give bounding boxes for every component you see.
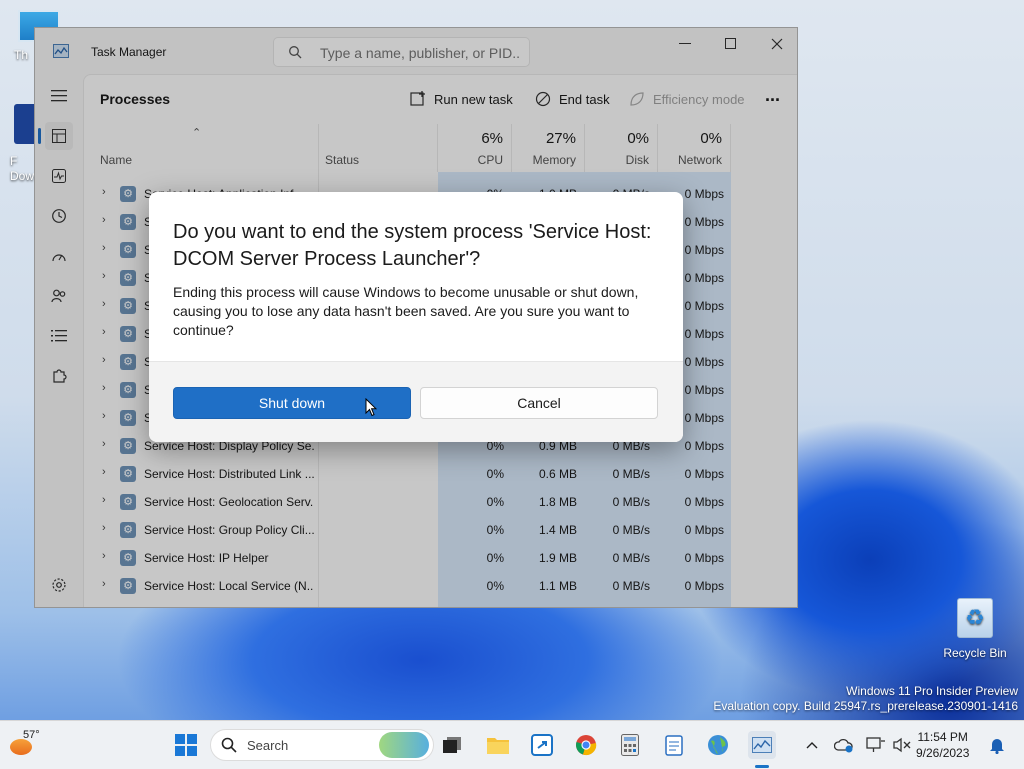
taskbar-search-label: Search xyxy=(247,738,289,753)
folder-icon xyxy=(487,738,509,754)
network-icon xyxy=(866,737,885,752)
clock-time: 11:54 PM xyxy=(917,730,968,744)
windows-logo-icon xyxy=(175,734,197,756)
remote-desktop-icon xyxy=(531,734,553,756)
clock-date: 9/26/2023 xyxy=(916,746,970,760)
task-manager-icon xyxy=(752,737,772,753)
notepad-icon xyxy=(665,735,683,756)
dialog-title: Do you want to end the system process 'S… xyxy=(173,221,652,270)
calculator-icon xyxy=(621,734,639,756)
task-view-icon xyxy=(443,737,461,753)
search-icon xyxy=(221,737,237,753)
cancel-button[interactable]: Cancel xyxy=(420,387,658,419)
end-process-dialog: Do you want to end the system process 'S… xyxy=(149,192,683,442)
volume-button[interactable] xyxy=(888,731,916,759)
task-manager-taskbar-button[interactable] xyxy=(748,731,776,759)
taskbar: 57° Search 11:54 PM 9/26/2023 xyxy=(0,720,1024,769)
mouse-cursor-icon xyxy=(365,397,378,420)
dialog-footer: Shut down Cancel xyxy=(149,361,683,442)
start-button[interactable] xyxy=(172,731,200,759)
globe-app-button[interactable] xyxy=(704,731,732,759)
desktop-icon-label: Recycle Bin xyxy=(943,646,1007,660)
notepad-button[interactable] xyxy=(660,731,688,759)
recycle-bin-icon: ♻ xyxy=(957,598,993,638)
bell-icon xyxy=(990,739,1004,754)
desktop-watermark: Windows 11 Pro Insider Preview Evaluatio… xyxy=(713,684,1018,714)
search-highlight-icon xyxy=(379,732,429,758)
network-status-button[interactable] xyxy=(862,731,890,759)
watermark-line1: Windows 11 Pro Insider Preview xyxy=(846,684,1018,698)
calculator-button[interactable] xyxy=(616,731,644,759)
dialog-message: Ending this process will cause Windows t… xyxy=(173,284,639,338)
chrome-icon xyxy=(576,735,597,756)
clock[interactable]: 11:54 PM 9/26/2023 xyxy=(916,729,969,761)
notifications-button[interactable] xyxy=(983,731,1011,759)
remote-app-button[interactable] xyxy=(528,731,556,759)
watermark-line2: Evaluation copy. Build 25947.rs_prerelea… xyxy=(713,699,1018,713)
globe-icon xyxy=(708,735,728,755)
weather-widget[interactable]: 57° xyxy=(8,727,48,763)
desktop-icon-recycle-bin[interactable]: ♻ Recycle Bin xyxy=(942,598,1008,660)
cloud-info-icon xyxy=(834,738,853,753)
show-hidden-icons-button[interactable] xyxy=(798,731,826,759)
file-explorer-button[interactable] xyxy=(484,731,512,759)
chrome-button[interactable] xyxy=(572,731,600,759)
speaker-muted-icon xyxy=(893,737,911,753)
weather-temp: 57° xyxy=(23,729,40,741)
task-view-button[interactable] xyxy=(438,731,466,759)
chevron-up-icon xyxy=(806,742,818,749)
taskbar-search[interactable]: Search xyxy=(210,729,434,761)
weather-icon xyxy=(10,739,32,755)
onedrive-button[interactable] xyxy=(830,731,858,759)
